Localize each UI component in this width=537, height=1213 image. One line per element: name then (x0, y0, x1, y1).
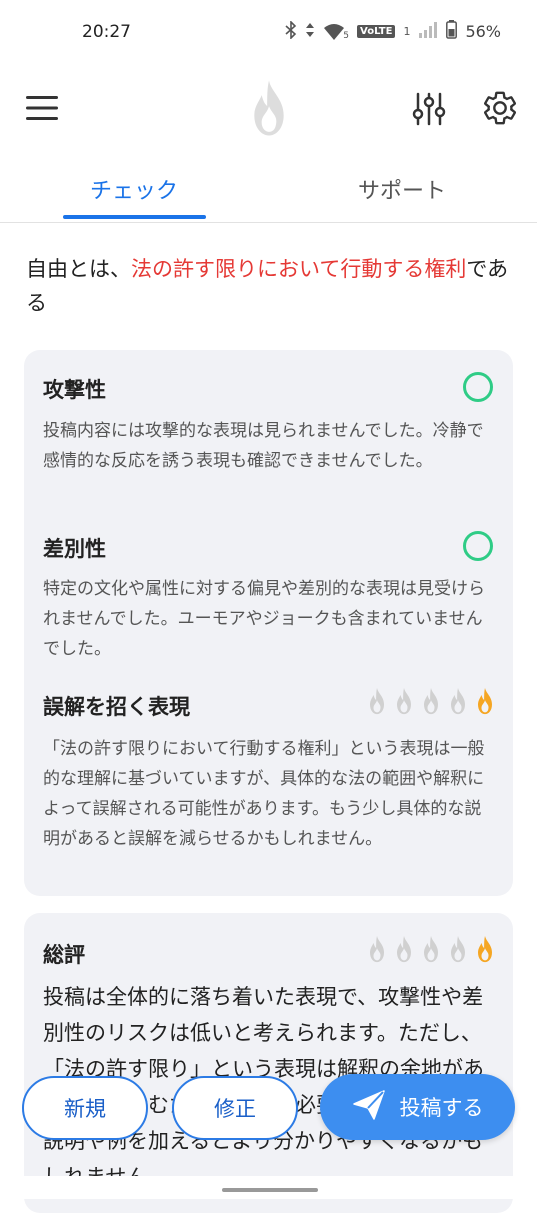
flame-inactive-icon (370, 687, 384, 715)
risk-level-flames (365, 935, 497, 963)
risk-level-flames (365, 687, 497, 715)
battery-percent: 56% (465, 22, 501, 41)
home-indicator[interactable] (222, 1188, 318, 1192)
flame-inactive-icon (397, 687, 411, 715)
section-title-aggression: 攻撃性 (43, 378, 106, 402)
tab-support[interactable]: サポート (268, 158, 536, 220)
analysis-card: 攻撃性 投稿内容には攻撃的な表現は見られませんでした。冷静で感情的な反応を誘う表… (24, 350, 513, 896)
section-body-discrimination: 特定の文化や属性に対する偏見や差別的な表現は見受けられませんでした。ユーモアやジ… (43, 579, 485, 659)
flame-active-icon (478, 935, 492, 963)
filter-button[interactable] (408, 90, 450, 132)
menu-button[interactable] (22, 92, 62, 128)
flame-inactive-icon (451, 935, 465, 963)
tab-bar: チェック サポート (0, 158, 537, 223)
ok-circle-icon (463, 531, 493, 561)
flame-inactive-icon (370, 935, 384, 963)
app-bar (0, 70, 537, 150)
tab-check[interactable]: チェック (0, 158, 268, 220)
flame-active-icon (478, 687, 492, 715)
sliders-icon (410, 90, 448, 132)
post-text-prefix: 自由とは、 (26, 257, 131, 281)
wifi-icon: 5 (323, 23, 349, 41)
post-button-label: 投稿する (399, 1096, 484, 1120)
flame-inactive-icon (397, 935, 411, 963)
status-bar: 20:27 5 VoLTE 1 56% (0, 0, 537, 70)
section-body-aggression: 投稿内容には攻撃的な表現は見られませんでした。冷静で感情的な反応を誘う表現も確認… (43, 421, 484, 471)
summary-card: 総評 投稿は全体的に落ち着いた表現で、攻撃性や差別性のリスクは低いと考えられます… (24, 913, 513, 1213)
post-button[interactable]: 投稿する (320, 1074, 515, 1140)
flame-inactive-icon (424, 935, 438, 963)
flame-inactive-icon (451, 687, 465, 715)
summary-title: 総評 (43, 943, 85, 967)
volte-badge: VoLTE (357, 25, 396, 38)
post-text-highlight: 法の許す限りにおいて行動する権利 (131, 257, 467, 281)
post-text: 自由とは、法の許す限りにおいて行動する権利である (26, 252, 516, 320)
battery-icon (446, 20, 458, 43)
hamburger-menu-icon (24, 93, 60, 127)
flame-inactive-icon (424, 687, 438, 715)
edit-button[interactable]: 修正 (172, 1076, 298, 1140)
tab-active-indicator (63, 215, 206, 219)
flame-icon (247, 78, 291, 142)
gear-icon (481, 89, 519, 131)
new-button[interactable]: 新規 (22, 1076, 148, 1140)
section-title-misleading: 誤解を招く表現 (43, 695, 190, 719)
data-arrows-icon (305, 21, 315, 43)
section-title-discrimination: 差別性 (43, 537, 106, 561)
send-icon (352, 1089, 386, 1126)
app-logo (244, 78, 294, 142)
sim-slot: 1 (403, 25, 411, 38)
ok-circle-icon (463, 372, 493, 402)
status-icons: 5 VoLTE 1 56% (285, 19, 501, 43)
settings-button[interactable] (478, 88, 522, 132)
bluetooth-icon (285, 19, 297, 43)
signal-icon (418, 21, 438, 43)
status-time: 20:27 (82, 22, 131, 42)
wifi-badge: 5 (343, 30, 349, 41)
section-body-misleading: 「法の許す限りにおいて行動する権利」という表現は一般的な理解に基づいていますが、… (43, 739, 485, 849)
